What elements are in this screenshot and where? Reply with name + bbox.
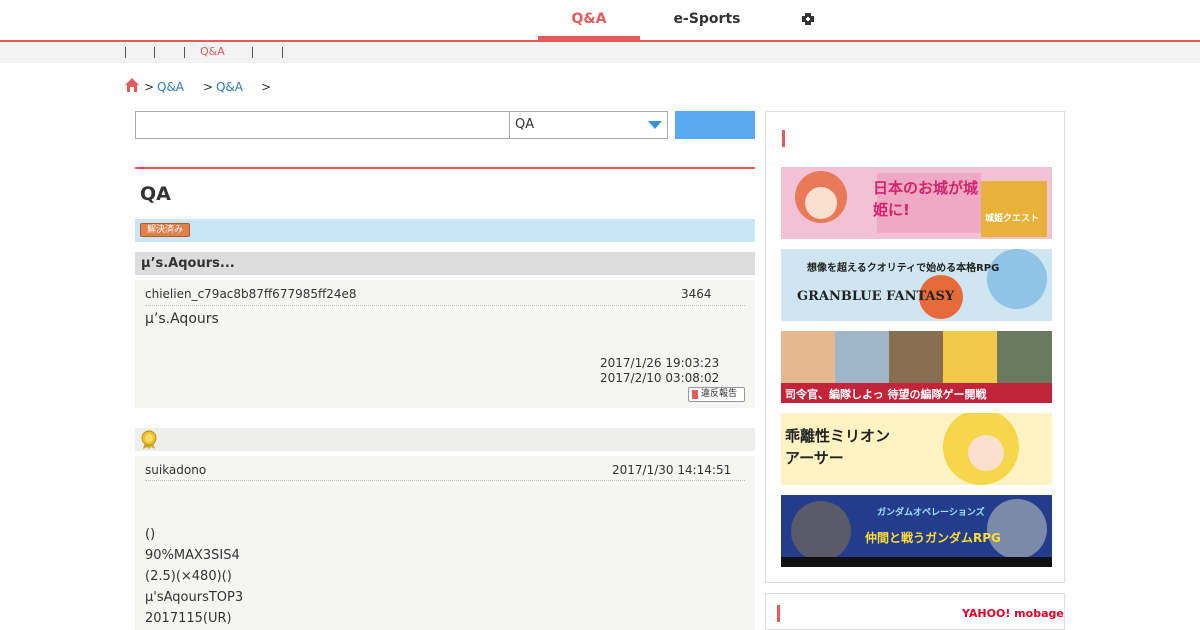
banner-granblue[interactable]: 想像を超えるクオリティで始める本格RPG GRANBLUE FANTASY bbox=[781, 249, 1052, 321]
updated-date: 2017/2/10 03:08:02 bbox=[600, 371, 720, 385]
question-title: μ’s.Aqours... bbox=[135, 252, 755, 275]
question-text: μ’s.Aqours bbox=[145, 311, 219, 327]
subnav-item-qa[interactable]: Q&A bbox=[200, 45, 225, 58]
banner-shirohime[interactable]: 日本のお城が城姫に! 城姫クエスト bbox=[781, 167, 1052, 239]
tab-esports[interactable]: e-Sports bbox=[656, 0, 758, 40]
section-marker bbox=[782, 130, 785, 147]
breadcrumb-separator: > bbox=[144, 80, 155, 94]
search-button[interactable] bbox=[675, 111, 755, 139]
answer-date: 2017/1/30 14:14:51 bbox=[612, 463, 732, 477]
resolved-badge: 解決済み bbox=[140, 223, 190, 237]
subnav-separator bbox=[282, 47, 283, 58]
banner-caption: 想像を超えるクオリティで始める本格RPG bbox=[807, 263, 1000, 274]
answer-body: suikadono 2017/1/30 14:14:51 () 90%MAX3S… bbox=[135, 456, 755, 630]
answer-line: (2.5)(×480)() bbox=[145, 569, 232, 584]
divider bbox=[145, 305, 745, 306]
banner-gundam[interactable]: ガンダムオペレーションズ 仲間と戦うガンダムRPG bbox=[781, 495, 1052, 567]
subnav-separator bbox=[125, 47, 126, 58]
banner-sub: ガンダムオペレーションズ bbox=[877, 508, 985, 518]
subnav-separator bbox=[252, 47, 253, 58]
banner-million-arthur[interactable]: 乖離性ミリオンアーサー bbox=[781, 413, 1052, 485]
banner-caption: 日本のお城が城姫に! bbox=[873, 179, 979, 219]
chevron-down-icon[interactable] bbox=[648, 121, 662, 129]
answer-line: 90%MAX3SIS4 bbox=[145, 548, 240, 563]
best-answer-header bbox=[135, 428, 755, 451]
report-label: 違反報告 bbox=[701, 389, 738, 399]
breadcrumb-separator: > bbox=[261, 80, 272, 94]
banner-caption: 司令官、編隊しよっ 待望の編隊ゲー開戦 bbox=[785, 388, 987, 401]
medal-icon bbox=[141, 430, 157, 449]
subnav-separator bbox=[154, 47, 155, 58]
answer-line: () bbox=[145, 527, 156, 542]
breadcrumb-separator: > bbox=[203, 80, 214, 94]
yahoo-logo-text: YAHOO! mobage bbox=[962, 607, 1064, 620]
home-icon[interactable] bbox=[124, 77, 140, 93]
answer-line: μ'sAqoursTOP3 bbox=[145, 590, 244, 605]
banner-caption: 乖離性ミリオンアーサー bbox=[785, 427, 891, 467]
banner-sub: 城姫クエスト bbox=[985, 214, 1040, 224]
sidebar-mobage: YAHOO! mobage bbox=[765, 593, 1065, 630]
subnav-separator bbox=[184, 47, 185, 58]
sub-nav: Q&A bbox=[0, 42, 1200, 63]
flag-icon bbox=[692, 390, 698, 399]
question-author[interactable]: chielien_c79ac8b87ff677985ff24e8 bbox=[145, 287, 357, 301]
answer-line: 2017115(UR) bbox=[145, 611, 232, 626]
sidebar-ads: 日本のお城が城姫に! 城姫クエスト 想像を超えるクオリティで始める本格RPG G… bbox=[765, 111, 1065, 583]
tab-qa[interactable]: Q&A bbox=[538, 0, 640, 40]
breadcrumb-link-qa[interactable]: Q&A bbox=[157, 80, 184, 94]
section-marker bbox=[777, 605, 780, 622]
tab-game[interactable] bbox=[790, 0, 826, 40]
report-button[interactable]: 違反報告 bbox=[688, 387, 745, 402]
search-input[interactable] bbox=[135, 111, 510, 139]
top-nav: Q&A e-Sports bbox=[0, 0, 1200, 42]
banner-sub: GRANBLUE FANTASY bbox=[797, 289, 955, 304]
view-count: 3464 bbox=[681, 287, 712, 301]
question-body: chielien_c79ac8b87ff677985ff24e8 3464 μ’… bbox=[135, 280, 755, 408]
breadcrumb-link-qa-category[interactable]: Q&A bbox=[216, 80, 243, 94]
status-bar: 解決済み bbox=[135, 219, 755, 242]
answer-author[interactable]: suikadono bbox=[145, 463, 206, 477]
gamepad-icon bbox=[802, 13, 814, 25]
banner-kantai[interactable]: 司令官、編隊しよっ 待望の編隊ゲー開戦 bbox=[781, 331, 1052, 403]
page-title: QA bbox=[140, 183, 171, 205]
section-divider bbox=[135, 167, 755, 169]
yahoo-mobage-logo[interactable]: YAHOO! mobage bbox=[962, 607, 1064, 620]
banner-caption: 仲間と戦うガンダムRPG bbox=[865, 531, 1001, 545]
category-select[interactable]: QA bbox=[509, 111, 668, 139]
divider bbox=[145, 480, 745, 481]
posted-date: 2017/1/26 19:03:23 bbox=[600, 356, 720, 370]
